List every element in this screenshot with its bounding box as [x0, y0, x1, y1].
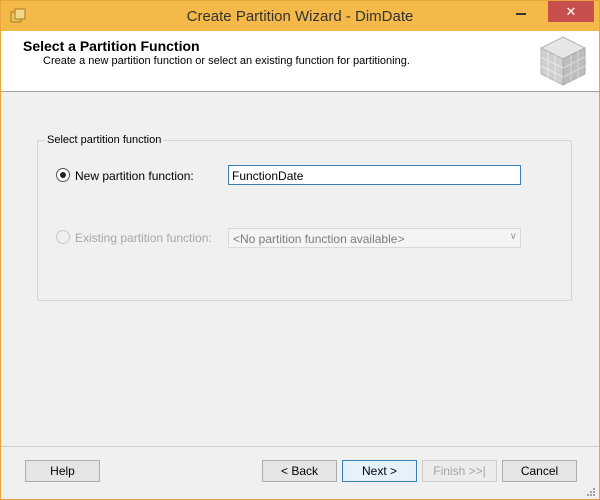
combo-arrow-icon: ∨	[509, 231, 517, 242]
new-function-label[interactable]: New partition function:	[75, 169, 194, 183]
back-button[interactable]: < Back	[262, 460, 337, 482]
title-bar[interactable]: Create Partition Wizard - DimDate ✕	[1, 1, 599, 31]
new-function-name-input[interactable]: FunctionDate	[228, 165, 521, 185]
close-icon[interactable]: ✕	[548, 1, 594, 22]
next-button[interactable]: Next >	[342, 460, 417, 482]
new-function-radio[interactable]	[56, 168, 70, 182]
new-function-name-value: FunctionDate	[232, 169, 304, 183]
footer-divider	[1, 446, 599, 447]
group-label: Select partition function	[45, 134, 164, 146]
wizard-header: Select a Partition Function Create a new…	[1, 31, 599, 92]
cube-icon	[539, 36, 587, 86]
wizard-window: Create Partition Wizard - DimDate ✕ Sele…	[0, 0, 600, 500]
existing-function-select: <No partition function available> ∨	[228, 228, 521, 248]
page-subtitle: Create a new partition function or selec…	[43, 55, 410, 67]
help-button[interactable]: Help	[25, 460, 100, 482]
page-title: Select a Partition Function	[23, 38, 200, 54]
cancel-button[interactable]: Cancel	[502, 460, 577, 482]
existing-function-label: Existing partition function:	[75, 231, 212, 245]
finish-button: Finish >>|	[422, 460, 497, 482]
existing-function-select-value: <No partition function available>	[233, 232, 405, 246]
resize-grip-icon[interactable]	[584, 485, 596, 497]
minimize-icon[interactable]	[507, 1, 535, 22]
existing-function-radio	[56, 230, 70, 244]
